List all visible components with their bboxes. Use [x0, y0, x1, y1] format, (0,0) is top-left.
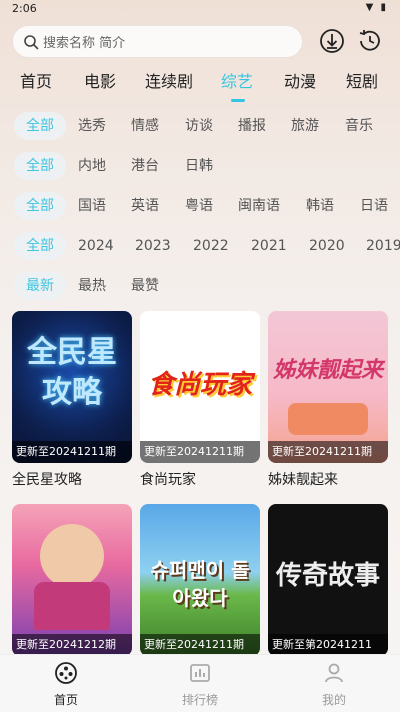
show-card[interactable]: 传奇故事 更新至第20241211 — [268, 504, 388, 656]
profile-icon — [325, 663, 343, 683]
filter-language: 全部 国语 英语 粤语 闽南语 韩语 日语 — [0, 192, 400, 222]
nav-label: 我的 — [321, 693, 346, 707]
update-caption: 更新至20241211期 — [12, 441, 132, 463]
chip-sort[interactable]: 最热 — [78, 272, 106, 300]
show-title: 姊妹靓起来 — [268, 472, 338, 488]
download-icon — [320, 29, 344, 53]
poster-art: 食尚玩家 — [147, 370, 252, 400]
chip-region[interactable]: 日韩 — [185, 152, 213, 180]
nav-label: 首页 — [53, 693, 78, 707]
tab-variety[interactable]: 综艺 — [221, 68, 253, 96]
history-icon — [359, 30, 380, 51]
chip-genre[interactable]: 情感 — [131, 112, 159, 140]
chip-language[interactable]: 国语 — [78, 192, 106, 220]
chip-region[interactable]: 港台 — [131, 152, 159, 180]
download-button[interactable] — [318, 27, 346, 55]
update-caption: 更新至20241212期 — [12, 634, 132, 656]
chip-year[interactable]: 2019 — [366, 232, 400, 260]
show-poster[interactable]: 更新至20241212期 — [12, 504, 132, 656]
person-shape — [40, 524, 104, 588]
show-title: 食尚玩家 — [140, 472, 196, 488]
chip-sort-latest[interactable]: 最新 — [14, 272, 66, 300]
chip-genre[interactable]: 旅游 — [291, 112, 319, 140]
update-caption: 更新至20241211期 — [140, 634, 260, 656]
main-tabs: 首页 电影 连续剧 综艺 动漫 短剧 — [0, 68, 400, 100]
chip-sort[interactable]: 最赞 — [131, 272, 159, 300]
show-poster[interactable]: 传奇故事 更新至第20241211 — [268, 504, 388, 656]
nav-ranking[interactable]: 排行榜 — [160, 661, 240, 708]
history-button[interactable] — [356, 27, 384, 55]
tab-anime[interactable]: 动漫 — [284, 68, 316, 96]
sofa-shape — [288, 403, 368, 435]
filter-region: 全部 内地 港台 日韩 — [0, 152, 400, 182]
show-card[interactable]: 슈퍼맨이 돌아왔다 更新至20241211期 — [140, 504, 260, 656]
chip-language[interactable]: 日语 — [360, 192, 388, 220]
nav-home[interactable]: 首页 — [26, 661, 106, 708]
show-poster[interactable]: 食尚玩家 更新至20241211期 — [140, 311, 260, 463]
search-placeholder: 搜索名称 简介 — [43, 36, 126, 51]
chip-year[interactable]: 2021 — [251, 232, 287, 260]
poster-art: 슈퍼맨이 돌아왔다 — [150, 558, 250, 610]
chip-genre[interactable]: 音乐 — [345, 112, 373, 140]
chip-genre-all[interactable]: 全部 — [14, 112, 66, 140]
nav-label: 排行榜 — [181, 693, 218, 707]
show-poster[interactable]: 全民星攻略 更新至20241211期 — [12, 311, 132, 463]
show-card[interactable]: 全民星攻略 更新至20241211期 全民星攻略 — [12, 311, 132, 489]
chip-genre[interactable]: 播报 — [238, 112, 266, 140]
chip-region-all[interactable]: 全部 — [14, 152, 66, 180]
update-caption: 更新至20241211期 — [268, 441, 388, 463]
status-bar: 2:06 ▼ ▮ — [0, 0, 400, 18]
tab-series[interactable]: 连续剧 — [145, 68, 193, 96]
poster-art: 全民星攻略 — [27, 335, 117, 410]
show-poster[interactable]: 슈퍼맨이 돌아왔다 更新至20241211期 — [140, 504, 260, 656]
person-body-shape — [34, 582, 110, 630]
chip-region[interactable]: 内地 — [78, 152, 106, 180]
tab-movies[interactable]: 电影 — [84, 68, 116, 96]
chip-year[interactable]: 2023 — [135, 232, 171, 260]
filter-sort: 最新 最热 最赞 — [0, 272, 400, 302]
chip-year-all[interactable]: 全部 — [14, 232, 66, 260]
chip-language[interactable]: 闽南语 — [238, 192, 280, 220]
show-title: 全民星攻略 — [12, 472, 82, 488]
chip-language-all[interactable]: 全部 — [14, 192, 66, 220]
poster-art: 传奇故事 — [275, 561, 380, 591]
chip-year[interactable]: 2024 — [78, 232, 114, 260]
status-time: 2:06 — [12, 2, 37, 15]
bottom-nav: 首页 排行榜 我的 — [0, 654, 400, 712]
search-icon — [24, 34, 39, 49]
nav-profile[interactable]: 我的 — [294, 661, 374, 708]
status-icons: ▼ ▮ — [365, 2, 388, 13]
active-tab-indicator — [231, 99, 245, 102]
filter-genre: 全部 选秀 情感 访谈 播报 旅游 音乐 — [0, 112, 400, 142]
poster-art: 姊妹靓起来 — [272, 358, 383, 383]
chip-year[interactable]: 2020 — [309, 232, 345, 260]
show-card[interactable]: 更新至20241212期 — [12, 504, 132, 656]
filter-year: 全部 2024 2023 2022 2021 2020 2019 — [0, 232, 400, 262]
chip-genre[interactable]: 选秀 — [78, 112, 106, 140]
home-film-icon — [55, 662, 77, 684]
show-poster[interactable]: 姊妹靓起来 更新至20241211期 — [268, 311, 388, 463]
tab-home[interactable]: 首页 — [20, 68, 52, 96]
update-caption: 更新至第20241211 — [268, 634, 388, 656]
show-card[interactable]: 姊妹靓起来 更新至20241211期 姊妹靓起来 — [268, 311, 388, 489]
chip-language[interactable]: 韩语 — [306, 192, 334, 220]
update-caption: 更新至20241211期 — [140, 441, 260, 463]
show-card[interactable]: 食尚玩家 更新至20241211期 食尚玩家 — [140, 311, 260, 489]
ranking-icon — [190, 664, 210, 682]
chip-language[interactable]: 粤语 — [185, 192, 213, 220]
tab-short-drama[interactable]: 短剧 — [346, 68, 378, 96]
search-input[interactable]: 搜索名称 简介 — [12, 25, 303, 58]
chip-genre[interactable]: 访谈 — [185, 112, 213, 140]
chip-language[interactable]: 英语 — [131, 192, 159, 220]
chip-year[interactable]: 2022 — [193, 232, 229, 260]
